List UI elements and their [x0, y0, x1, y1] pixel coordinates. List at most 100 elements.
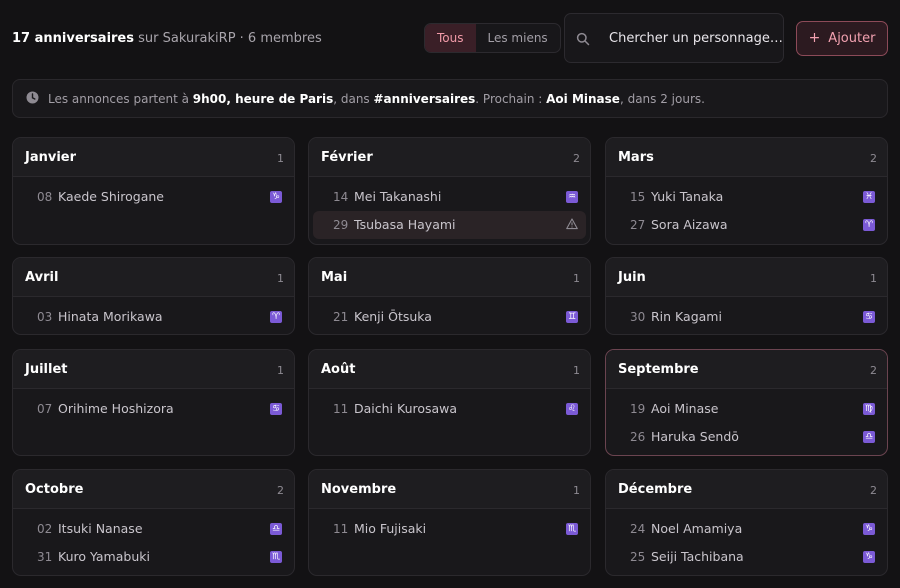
character-name: Kenji Ōtsuka — [354, 309, 432, 324]
announcement-notice: Les annonces partent à 9h00, heure de Pa… — [12, 79, 888, 118]
search-icon — [576, 32, 590, 46]
month-name: Septembre — [618, 362, 699, 377]
character-name: Hinata Morikawa — [58, 309, 163, 324]
month-count: 1 — [870, 272, 877, 285]
birthday-list: 30 Rin Kagami ♋ — [606, 297, 887, 331]
month-header: Mars 2 — [606, 138, 887, 177]
month-card-1: Janvier 1 08 Kaede Shirogane ♑ — [12, 137, 295, 245]
birthday-list: 21 Kenji Ōtsuka ♊ — [309, 297, 590, 331]
birthday-row[interactable]: 25 Seiji Tachibana ♑ — [610, 543, 883, 571]
character-name: Itsuki Nanase — [58, 521, 143, 536]
birthday-row[interactable]: 26 Haruka Sendō ♎ — [610, 423, 883, 451]
month-header: Octobre 2 — [13, 470, 294, 509]
character-name: Yuki Tanaka — [651, 189, 724, 204]
month-header: Juin 1 — [606, 258, 887, 297]
month-name: Octobre — [25, 482, 84, 497]
notice-part: Les annonces partent à — [48, 92, 193, 106]
month-name: Janvier — [25, 150, 77, 165]
clock-icon — [26, 91, 39, 104]
month-name: Avril — [25, 270, 59, 285]
zodiac-icon: ♑ — [863, 523, 875, 535]
month-count: 1 — [573, 484, 580, 497]
character-name: Mio Fujisaki — [354, 521, 427, 536]
birthday-row[interactable]: 15 Yuki Tanaka ♓ — [610, 183, 883, 211]
month-card-2: Février 2 14 Mei Takanashi ♒ 29 Tsubasa Hayami — [308, 137, 591, 245]
birthday-day: 29 — [333, 218, 349, 232]
birthday-day: 11 — [333, 522, 349, 536]
add-button[interactable]: + Ajouter — [796, 21, 888, 56]
month-name: Décembre — [618, 482, 693, 497]
birthday-row[interactable]: 19 Aoi Minase ♍ — [610, 395, 883, 423]
month-count: 1 — [277, 364, 284, 377]
month-card-12: Décembre 2 24 Noel Amamiya ♑ 25 Seiji Tachiban… — [605, 469, 888, 576]
birthday-row[interactable]: 29 Tsubasa Hayami — [313, 211, 586, 239]
character-name: Mei Takanashi — [354, 189, 442, 204]
month-name: Février — [321, 150, 373, 165]
character-name: Aoi Minase — [651, 401, 719, 416]
birthday-row[interactable]: 24 Noel Amamiya ♑ — [610, 515, 883, 543]
birthday-row[interactable]: 11 Mio Fujisaki ♏ — [313, 515, 586, 543]
month-header: Mai 1 — [309, 258, 590, 297]
zodiac-icon: ♋ — [270, 403, 282, 415]
month-count: 1 — [573, 364, 580, 377]
birthday-row[interactable]: 08 Kaede Shirogane ♑ — [17, 183, 290, 211]
birthday-summary: 17 anniversaires sur SakurakiRP · 6 memb… — [12, 31, 322, 46]
month-name: Mars — [618, 150, 654, 165]
zodiac-icon: ♓ — [863, 191, 875, 203]
birthday-list: 19 Aoi Minase ♍ 26 Haruka Sendō ♎ — [606, 389, 887, 451]
filter-toggle: Tous Les miens — [424, 23, 561, 53]
notice-text: Les annonces partent à 9h00, heure de Pa… — [48, 92, 705, 106]
birthday-list: 15 Yuki Tanaka ♓ 27 Sora Aizawa ♈ — [606, 177, 887, 239]
notice-part: , dans — [333, 92, 374, 106]
month-name: Juin — [618, 270, 646, 285]
filter-mine-button[interactable]: Les miens — [476, 24, 560, 52]
month-card-6: Juin 1 30 Rin Kagami ♋ — [605, 257, 888, 335]
birthday-day: 03 — [37, 310, 53, 324]
birthday-list: 24 Noel Amamiya ♑ 25 Seiji Tachibana ♑ — [606, 509, 887, 571]
zodiac-icon: ♑ — [863, 551, 875, 563]
search-placeholder: Chercher un personnage… — [609, 31, 783, 46]
month-card-3: Mars 2 15 Yuki Tanaka ♓ 27 Sora Aizawa ♈ — [605, 137, 888, 245]
zodiac-icon: ♌ — [566, 403, 578, 415]
birthday-row[interactable]: 03 Hinata Morikawa ♈ — [17, 303, 290, 331]
month-header: Janvier 1 — [13, 138, 294, 177]
filter-all-button[interactable]: Tous — [425, 24, 476, 52]
birthday-row[interactable]: 31 Kuro Yamabuki ♏ — [17, 543, 290, 571]
birthday-row[interactable]: 07 Orihime Hoshizora ♋ — [17, 395, 290, 423]
month-header: Août 1 — [309, 350, 590, 389]
month-name: Mai — [321, 270, 348, 285]
month-header: Septembre 2 — [606, 350, 887, 389]
search-input[interactable]: Chercher un personnage… — [564, 13, 784, 63]
character-name: Kaede Shirogane — [58, 189, 164, 204]
zodiac-icon: ♒ — [566, 191, 578, 203]
birthday-row[interactable]: 30 Rin Kagami ♋ — [610, 303, 883, 331]
birthday-day: 07 — [37, 402, 53, 416]
character-name: Orihime Hoshizora — [58, 401, 174, 416]
notice-next-name: Aoi Minase — [546, 92, 620, 106]
month-header: Décembre 2 — [606, 470, 887, 509]
birthday-list: 11 Mio Fujisaki ♏ — [309, 509, 590, 543]
birthday-row[interactable]: 27 Sora Aizawa ♈ — [610, 211, 883, 239]
birthday-day: 15 — [630, 190, 646, 204]
birthday-list: 11 Daichi Kurosawa ♌ — [309, 389, 590, 423]
birthday-list: 07 Orihime Hoshizora ♋ — [13, 389, 294, 423]
birthday-row[interactable]: 21 Kenji Ōtsuka ♊ — [313, 303, 586, 331]
birthday-day: 11 — [333, 402, 349, 416]
birthday-day: 30 — [630, 310, 646, 324]
zodiac-icon: ♏ — [270, 551, 282, 563]
month-count: 1 — [573, 272, 580, 285]
birthday-day: 31 — [37, 550, 53, 564]
birthday-row[interactable]: 14 Mei Takanashi ♒ — [313, 183, 586, 211]
character-name: Seiji Tachibana — [651, 549, 744, 564]
month-count: 1 — [277, 152, 284, 165]
birthday-day: 19 — [630, 402, 646, 416]
birthday-day: 27 — [630, 218, 646, 232]
birthday-list: 14 Mei Takanashi ♒ 29 Tsubasa Hayami — [309, 177, 590, 239]
birthday-day: 08 — [37, 190, 53, 204]
month-header: Juillet 1 — [13, 350, 294, 389]
birthday-row[interactable]: 11 Daichi Kurosawa ♌ — [313, 395, 586, 423]
character-name: Kuro Yamabuki — [58, 549, 150, 564]
month-card-8: Août 1 11 Daichi Kurosawa ♌ — [308, 349, 591, 456]
zodiac-icon: ♋ — [863, 311, 875, 323]
birthday-row[interactable]: 02 Itsuki Nanase ♎ — [17, 515, 290, 543]
